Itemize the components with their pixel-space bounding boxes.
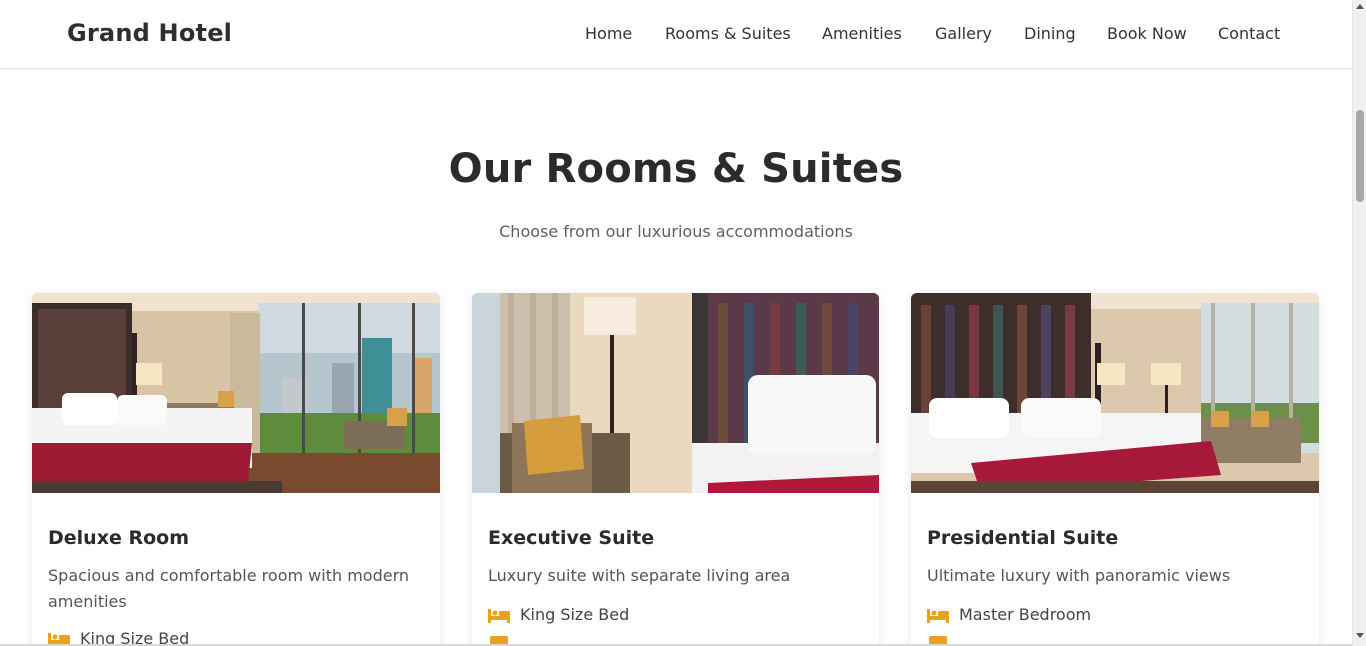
room-card-executive[interactable]: Executive Suite Luxury suite with separa…: [472, 293, 879, 646]
room-title: Executive Suite: [488, 527, 655, 549]
room-photo-deluxe: [32, 293, 440, 493]
page-scrollbar[interactable]: [1352, 0, 1366, 646]
section-title: Our Rooms & Suites: [448, 146, 904, 192]
scroll-thumb[interactable]: [1356, 110, 1364, 202]
nav-dining[interactable]: Dining: [1024, 24, 1076, 43]
feature-label: Master Bedroom: [959, 605, 1092, 624]
room-description: Spacious and comfortable room with moder…: [48, 566, 409, 611]
scroll-up-arrow-icon[interactable]: [1356, 4, 1364, 9]
nav-home[interactable]: Home: [585, 24, 632, 43]
room-title: Deluxe Room: [48, 527, 189, 549]
room-description: Luxury suite with separate living area: [488, 566, 791, 585]
nav-gallery[interactable]: Gallery: [935, 24, 992, 43]
bed-icon: [927, 608, 949, 623]
room-card-presidential[interactable]: Presidential Suite Ultimate luxury with …: [911, 293, 1319, 646]
room-card-deluxe[interactable]: Deluxe Room Spacious and comfortable roo…: [32, 293, 440, 646]
room-feature: Master Bedroom: [927, 605, 1091, 624]
site-header: Grand Hotel Home Rooms & Suites Amenitie…: [0, 0, 1352, 69]
nav-rooms-suites[interactable]: Rooms & Suites: [665, 24, 791, 43]
room-description: Ultimate luxury with panoramic views: [927, 566, 1231, 585]
room-photo-executive: [472, 293, 879, 493]
feature-label: King Size Bed: [520, 605, 630, 624]
bed-icon: [488, 608, 510, 623]
scroll-down-arrow-icon[interactable]: [1356, 633, 1364, 638]
room-title: Presidential Suite: [927, 527, 1119, 549]
room-feature: King Size Bed: [488, 605, 629, 624]
room-photo-presidential: [911, 293, 1319, 493]
nav-amenities[interactable]: Amenities: [822, 24, 902, 43]
nav-book-now[interactable]: Book Now: [1107, 24, 1187, 43]
nav-contact[interactable]: Contact: [1218, 24, 1280, 43]
section-subtitle: Choose from our luxurious accommodations: [499, 222, 853, 241]
main-nav: Home Rooms & Suites Amenities Gallery Di…: [0, 24, 1352, 44]
